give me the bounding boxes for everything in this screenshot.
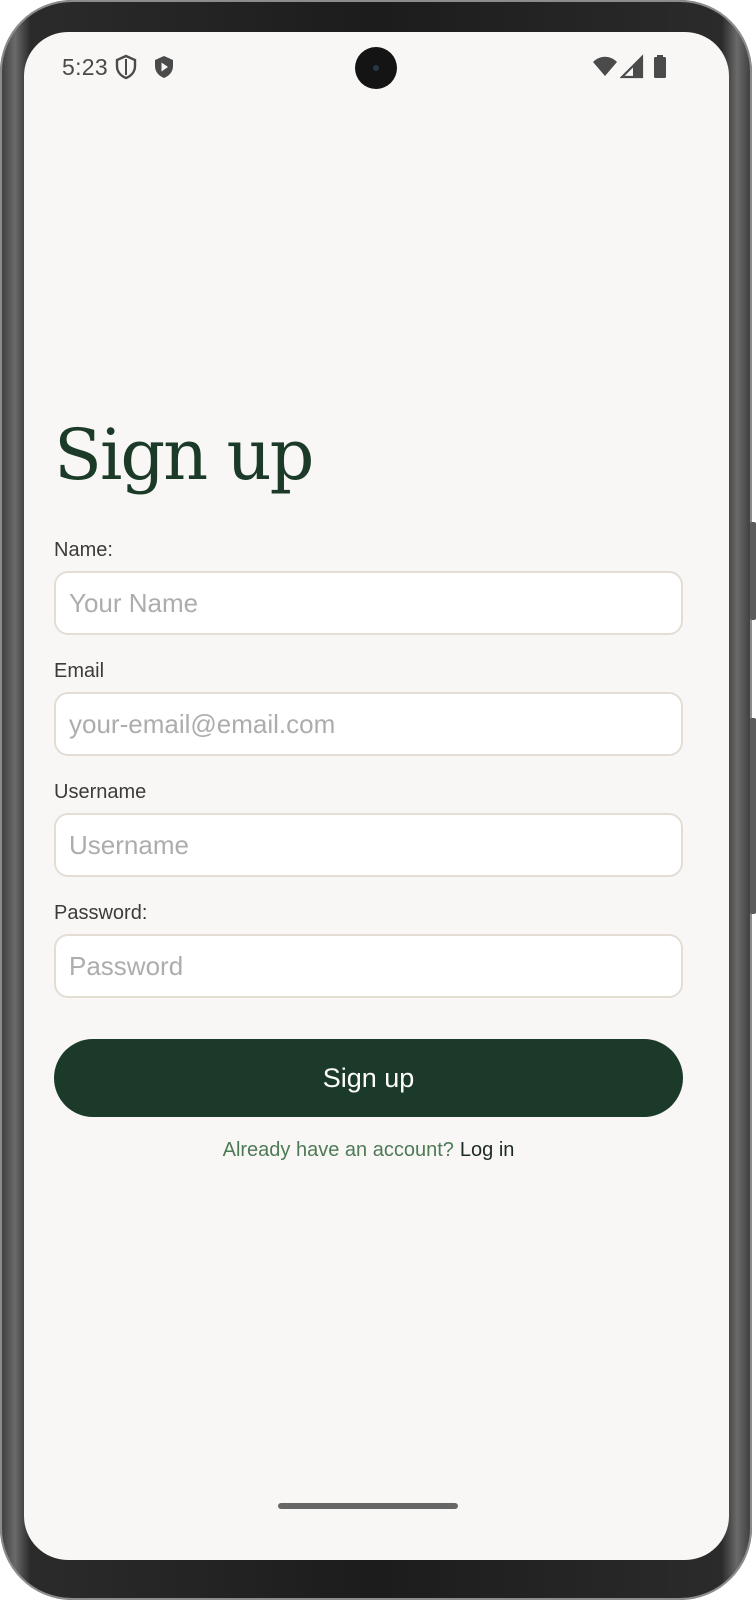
name-input[interactable] — [54, 571, 683, 635]
cell-signal-icon — [620, 54, 644, 79]
password-label: Password: — [54, 902, 148, 924]
status-time: 5:23 — [62, 54, 108, 80]
shield-icon — [115, 54, 137, 80]
email-input[interactable] — [54, 692, 683, 756]
volume-button — [750, 522, 756, 620]
sign-up-button[interactable]: Sign up — [54, 1039, 683, 1117]
username-label: Username — [54, 781, 147, 803]
power-button — [750, 718, 756, 914]
phone-frame: 5:23 Sign up Name: Your Name Email your-… — [0, 0, 756, 1600]
status-bar: 5:23 — [24, 32, 729, 102]
login-prompt: Already have an account? — [222, 1139, 454, 1161]
battery-icon — [654, 55, 666, 78]
home-indicator[interactable] — [278, 1503, 458, 1509]
password-input[interactable] — [54, 934, 683, 998]
front-camera — [355, 47, 397, 89]
page-title: Sign up — [54, 414, 314, 496]
play-protect-icon — [155, 56, 173, 78]
username-input[interactable] — [54, 813, 683, 877]
email-label: Email — [54, 660, 105, 682]
wifi-icon — [593, 56, 617, 76]
name-label: Name: — [54, 539, 113, 561]
log-in-link[interactable]: Log in — [460, 1139, 515, 1161]
login-row: Already have an account? Log in — [24, 1139, 713, 1162]
screen: 5:23 Sign up Name: Your Name Email your-… — [24, 32, 729, 1560]
